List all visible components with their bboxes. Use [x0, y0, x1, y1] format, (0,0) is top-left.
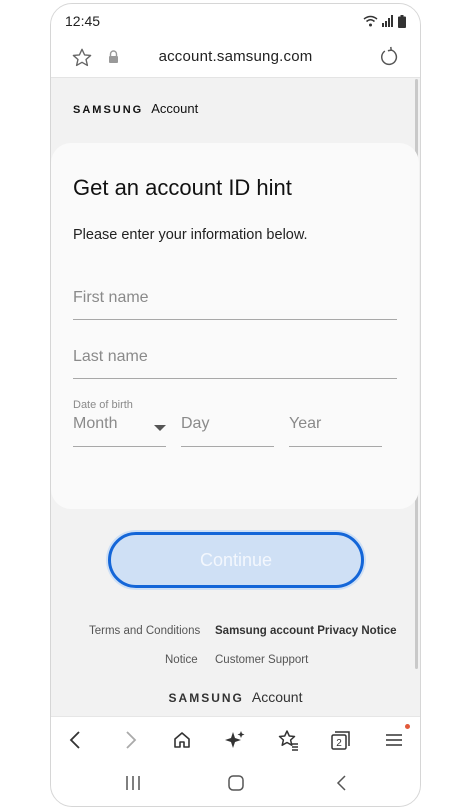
last-name-field[interactable]: Last name	[73, 339, 397, 379]
signal-icon	[382, 15, 393, 27]
last-name-placeholder: Last name	[73, 348, 148, 365]
continue-button[interactable]: Continue	[108, 532, 364, 588]
day-field[interactable]: Day	[181, 409, 274, 447]
notice-link[interactable]: Notice	[165, 654, 198, 666]
reload-icon[interactable]	[378, 46, 400, 68]
year-placeholder: Year	[289, 415, 322, 432]
chevron-down-icon	[154, 425, 166, 431]
phone-frame: 12:45 account.samsung.com SAMSUNG Accoun…	[50, 3, 421, 807]
home-circle-icon[interactable]	[227, 774, 245, 792]
status-icons	[363, 14, 406, 28]
forward-icon[interactable]	[117, 727, 143, 753]
address-bar: account.samsung.com	[51, 38, 420, 78]
home-icon[interactable]	[169, 727, 195, 753]
browser-toolbar: 2	[51, 716, 420, 760]
brand-account: Account	[151, 101, 199, 116]
terms-link[interactable]: Terms and Conditions	[89, 625, 200, 637]
recents-icon[interactable]	[124, 774, 142, 792]
support-link[interactable]: Customer Support	[215, 654, 308, 666]
first-name-field[interactable]: First name	[73, 280, 397, 320]
footer-brand-account: Account	[251, 689, 303, 705]
month-placeholder: Month	[73, 415, 118, 432]
sparkle-icon[interactable]	[222, 727, 248, 753]
back-icon[interactable]	[63, 727, 89, 753]
form-card: Get an account ID hint Please enter your…	[51, 143, 419, 509]
tabs-icon[interactable]: 2	[328, 727, 354, 753]
day-placeholder: Day	[181, 415, 210, 432]
status-time: 12:45	[65, 13, 101, 29]
form-subtitle: Please enter your information below.	[73, 227, 308, 243]
nav-back-icon[interactable]	[333, 774, 351, 792]
footer-logo: SAMSUNG Account	[51, 689, 420, 705]
status-bar: 12:45	[51, 4, 420, 38]
wifi-icon	[363, 15, 378, 27]
privacy-link[interactable]: Samsung account Privacy Notice	[215, 625, 397, 637]
brand-samsung: SAMSUNG	[73, 104, 144, 116]
year-field[interactable]: Year	[289, 409, 382, 447]
url-text[interactable]: account.samsung.com	[51, 48, 420, 65]
samsung-account-logo: SAMSUNG Account	[73, 101, 198, 116]
month-select[interactable]: Month	[73, 409, 166, 447]
page-content: SAMSUNG Account Get an account ID hint P…	[51, 79, 420, 716]
menu-icon[interactable]	[381, 724, 410, 753]
tabs-count: 2	[336, 738, 342, 749]
notification-dot	[405, 724, 410, 729]
footer-brand-samsung: SAMSUNG	[168, 691, 244, 705]
battery-icon	[398, 14, 406, 28]
page-title: Get an account ID hint	[73, 175, 292, 200]
bookmarks-icon[interactable]	[275, 727, 301, 753]
first-name-placeholder: First name	[73, 289, 149, 306]
system-nav-bar	[51, 760, 420, 806]
